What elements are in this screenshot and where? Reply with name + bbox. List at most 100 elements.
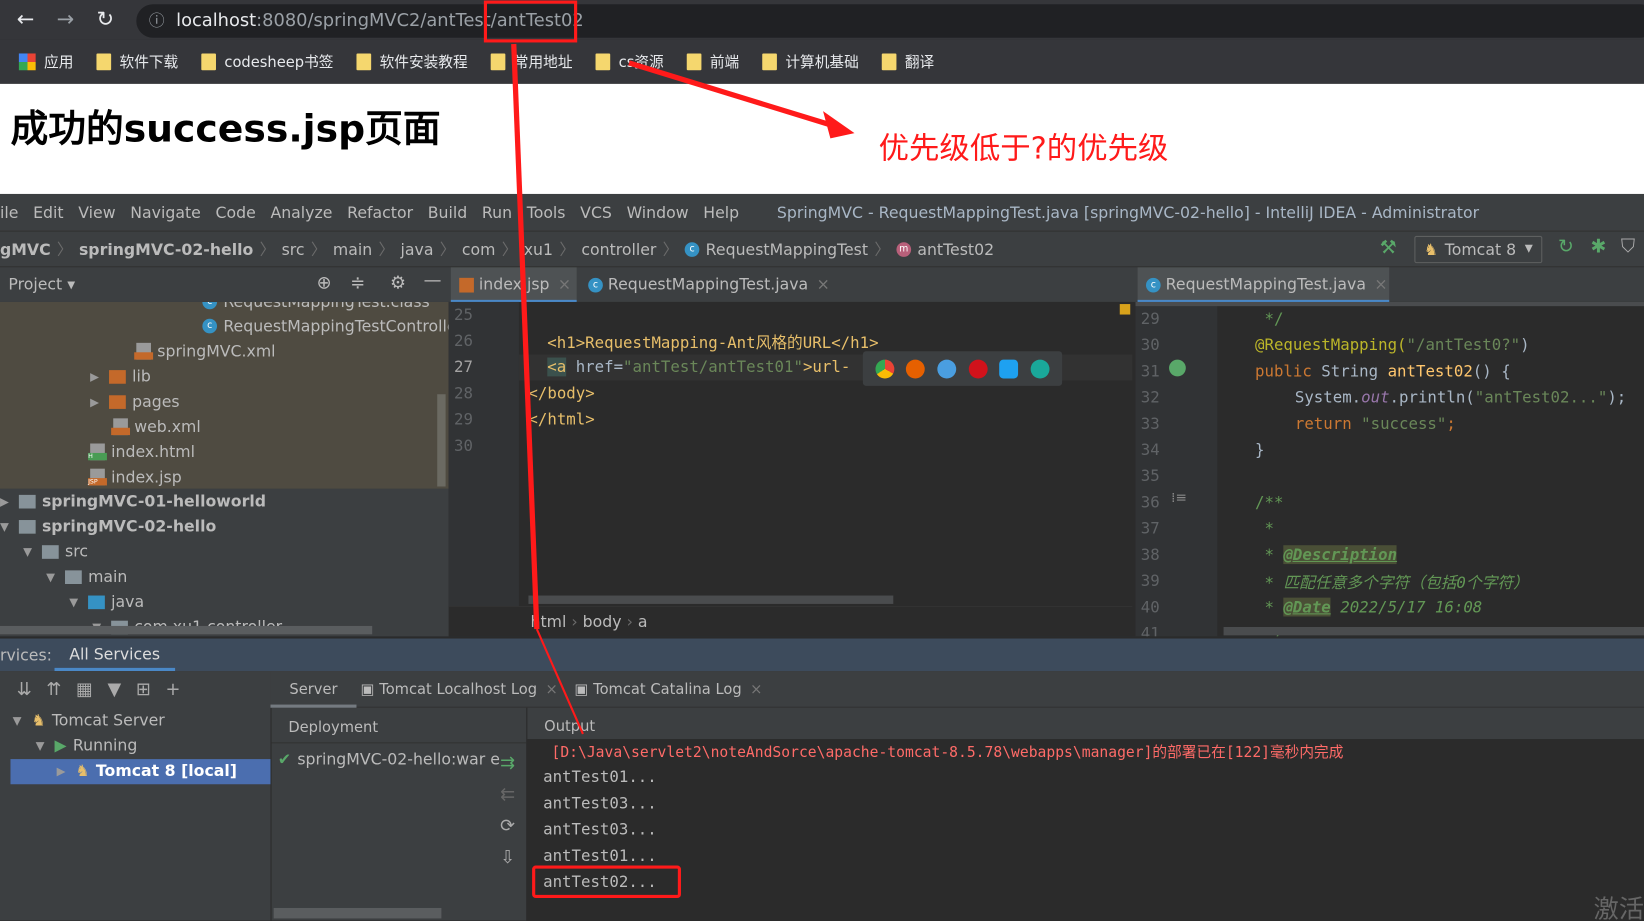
firefox-icon[interactable] xyxy=(906,359,926,378)
menu-window[interactable]: Window xyxy=(627,203,689,222)
menu-code[interactable]: Code xyxy=(215,203,255,222)
tree-item[interactable]: ▼ java xyxy=(69,592,144,611)
warning-marker[interactable] xyxy=(1119,304,1131,315)
tree-item-tomcat8[interactable]: ▶ ♞ Tomcat 8 [local] xyxy=(57,761,237,780)
run-config-select[interactable]: ♞ Tomcat 8 ▼ xyxy=(1414,235,1543,264)
crumb[interactable]: controller xyxy=(581,240,656,259)
crumb[interactable]: src xyxy=(282,240,305,259)
close-icon[interactable]: × xyxy=(817,275,830,294)
rerun-icon[interactable]: ↻ xyxy=(1558,236,1574,258)
tree-item[interactable]: web.xml xyxy=(111,417,201,436)
debug-bug-icon[interactable]: ✱ xyxy=(1591,236,1607,258)
deployment-item[interactable]: ✔ springMVC-02-hello:war e xyxy=(278,750,500,769)
reload-icon[interactable]: ↻ xyxy=(96,6,114,31)
bookmark[interactable]: 前端 xyxy=(686,51,739,72)
close-icon[interactable]: × xyxy=(558,275,571,294)
menu-run[interactable]: Run xyxy=(482,203,512,222)
tree-item[interactable]: ▶ pages xyxy=(90,392,179,411)
menu-navigate[interactable]: Navigate xyxy=(130,203,201,222)
build-hammer-icon[interactable]: ⚒ xyxy=(1380,237,1397,259)
bookmark[interactable]: cs资源 xyxy=(595,51,664,72)
collapse-icon[interactable]: ≑ xyxy=(350,273,365,294)
close-icon[interactable]: × xyxy=(750,682,762,699)
minimize-icon[interactable]: — xyxy=(424,271,442,292)
menu-build[interactable]: Build xyxy=(428,203,467,222)
back-icon[interactable]: ← xyxy=(17,6,35,31)
collapse-arrow-icon[interactable]: ▼ xyxy=(46,570,59,584)
chrome-icon[interactable] xyxy=(875,359,895,378)
expand-arrow-icon[interactable]: ▶ xyxy=(57,764,70,778)
tree-item-tomcat-server[interactable]: ▼ ♞ Tomcat Server xyxy=(13,711,165,730)
menu-refactor[interactable]: Refactor xyxy=(347,203,413,222)
close-icon[interactable]: × xyxy=(1374,275,1387,294)
tab-requestmappingtest[interactable]: c RequestMappingTest.java × xyxy=(580,267,832,303)
bookmark[interactable]: codesheep书签 xyxy=(201,51,333,72)
editor-requestmappingtest[interactable]: 29 30 31 32 33 34 35 36 37 38 39 40 41 ⁞… xyxy=(1135,301,1644,637)
coverage-icon[interactable]: ⛉ xyxy=(1621,236,1635,258)
menu-view[interactable]: View xyxy=(78,203,115,222)
info-icon[interactable]: ⓘ xyxy=(149,4,165,38)
editor-index-jsp[interactable]: 25 26 27 28 29 30 <h1>RequestMapping-Ant… xyxy=(448,301,1133,607)
tree-item[interactable]: ▼ main xyxy=(46,567,127,586)
crumb[interactable]: java xyxy=(401,240,434,259)
tab-all-services[interactable]: All Services xyxy=(54,639,175,672)
bookmark[interactable]: 常用地址 xyxy=(490,51,573,72)
tree-item[interactable]: JSP index.jsp xyxy=(88,468,182,486)
collapse-arrow-icon[interactable]: ▼ xyxy=(69,595,82,609)
safari-icon[interactable] xyxy=(937,359,957,378)
bookmark[interactable]: 翻译 xyxy=(881,51,934,72)
tree-scrollbar[interactable] xyxy=(0,625,373,635)
tab-localhost-log[interactable]: ▣ Tomcat Localhost Log × xyxy=(361,671,558,709)
menu-help[interactable]: Help xyxy=(703,203,739,222)
tree-item[interactable]: c RequestMappingTest.class xyxy=(202,301,430,311)
expand-arrow-icon[interactable]: ▶ xyxy=(0,494,13,508)
locate-icon[interactable]: ⊕ xyxy=(317,273,332,294)
tab-catalina-log[interactable]: ▣ Tomcat Catalina Log × xyxy=(575,671,763,709)
close-icon[interactable]: × xyxy=(545,682,557,699)
web-endpoint-icon[interactable] xyxy=(1169,359,1186,377)
tree-item[interactable]: ▶ lib xyxy=(90,367,151,386)
crumb[interactable]: antTest02 xyxy=(917,240,994,259)
crumb[interactable]: com xyxy=(462,240,496,259)
menu-analyze[interactable]: Analyze xyxy=(270,203,332,222)
bookmark[interactable]: 软件安装教程 xyxy=(356,51,468,72)
undeploy-icon[interactable]: ⇇ xyxy=(500,784,515,805)
collapse-arrow-icon[interactable]: ▼ xyxy=(13,713,26,727)
output-console[interactable]: [D:\Java\servlet2\noteAndSorce\apache-to… xyxy=(526,739,1644,921)
gear-icon[interactable]: ⚙ xyxy=(390,273,406,294)
collapse-arrow-icon[interactable]: ▼ xyxy=(23,545,36,559)
tree-item[interactable]: ▶ springMVC-01-helloworld xyxy=(0,492,266,511)
crumb[interactable]: body xyxy=(583,612,622,631)
update-icon[interactable]: ⇩ xyxy=(500,847,515,868)
crumb[interactable]: a xyxy=(638,612,648,631)
menu-tools[interactable]: Tools xyxy=(527,203,566,222)
ie-icon[interactable] xyxy=(999,359,1019,378)
editor-hscrollbar[interactable] xyxy=(1135,301,1644,307)
tree-item[interactable]: c RequestMappingTestControlle xyxy=(202,317,449,336)
menu-edit[interactable]: Edit xyxy=(33,203,63,222)
bookmark-apps[interactable]: 应用 xyxy=(18,51,73,72)
doc-render-icon[interactable]: ⁞≡ xyxy=(1171,491,1187,507)
address-bar[interactable]: ⓘ localhost:8080/springMVC2/antTest/antT… xyxy=(136,4,1644,38)
crumb[interactable]: RequestMappingTest xyxy=(706,240,868,259)
crumb[interactable]: springMVC-02-hello xyxy=(79,240,253,259)
crumb[interactable]: gMVC xyxy=(0,240,51,259)
tab-index-jsp[interactable]: index.jsp × xyxy=(450,267,577,304)
collapse-arrow-icon[interactable]: ▼ xyxy=(36,739,49,753)
editor-hscrollbar[interactable] xyxy=(1223,626,1644,636)
opera-icon[interactable] xyxy=(968,359,988,378)
deploy-icon[interactable]: ⇉ xyxy=(500,753,515,774)
services-toolbar[interactable]: ⇊⇈▦▼⊞+ xyxy=(17,679,195,700)
tree-vscrollbar[interactable] xyxy=(437,394,446,487)
crumb[interactable]: xu1 xyxy=(524,240,553,259)
tree-item[interactable]: ▼ src xyxy=(23,542,88,561)
menu-vcs[interactable]: VCS xyxy=(580,203,612,222)
crumb[interactable]: html xyxy=(531,612,567,631)
expand-arrow-icon[interactable]: ▶ xyxy=(90,370,103,384)
refresh-icon[interactable]: ⟳ xyxy=(500,816,515,837)
expand-arrow-icon[interactable]: ▶ xyxy=(90,395,103,409)
tree-item-running[interactable]: ▼ ▶ Running xyxy=(36,736,138,755)
tree-item[interactable]: ▼ springMVC-02-hello xyxy=(0,517,216,536)
collapse-arrow-icon[interactable]: ▼ xyxy=(0,520,13,534)
menu-file[interactable]: ile xyxy=(0,203,18,222)
